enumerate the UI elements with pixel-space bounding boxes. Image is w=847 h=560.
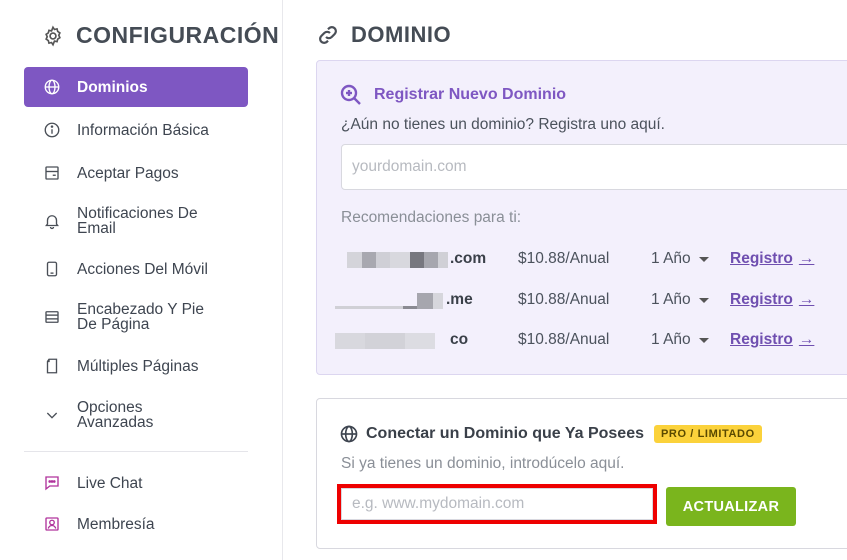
register-link[interactable]: Registro → xyxy=(730,291,814,309)
sidebar: CONFIGURACIÓN Dominios Información Básic… xyxy=(0,0,283,560)
page-title: DOMINIO xyxy=(351,22,452,47)
register-link[interactable]: Registro → xyxy=(730,331,814,349)
blurred-domain-name xyxy=(335,293,443,309)
register-title: Registrar Nuevo Dominio xyxy=(339,83,566,107)
recommendation-tld: .com xyxy=(450,250,487,267)
connect-domain-card: Conectar un Dominio que Ya Posees PRO / … xyxy=(316,398,847,549)
arrow-right-icon: → xyxy=(798,331,815,348)
sidebar-item-opciones-avanzadas[interactable]: Opciones Avanzadas xyxy=(24,399,248,431)
sidebar-item-dominios[interactable]: Dominios xyxy=(24,67,248,107)
sidebar-title: CONFIGURACIÓN xyxy=(76,22,280,48)
blurred-domain-name xyxy=(335,333,435,349)
pages-icon xyxy=(42,356,62,376)
blurred-domain-name xyxy=(347,252,448,268)
caret-down-icon xyxy=(698,256,709,262)
recommendation-tld: co xyxy=(450,331,469,348)
recommendation-price: $10.88/Anual xyxy=(518,331,610,348)
link-icon xyxy=(319,26,337,44)
register-link[interactable]: Registro → xyxy=(730,250,814,268)
arrow-right-icon: → xyxy=(798,250,815,267)
connect-title: Conectar un Dominio que Ya Posees PRO / … xyxy=(339,424,762,444)
bell-icon xyxy=(42,211,62,231)
recommendations-title: Recomendaciones para ti: xyxy=(341,209,522,226)
sidebar-item-label: Información Básica xyxy=(77,121,209,139)
sidebar-item-label: Membresía xyxy=(77,515,155,533)
caret-down-icon xyxy=(698,297,709,303)
globe-icon xyxy=(340,425,358,443)
term-select-value: 1 Año xyxy=(651,331,691,348)
update-button[interactable]: ACTUALIZAR xyxy=(666,487,796,526)
term-select[interactable]: 1 Año xyxy=(651,291,709,309)
register-link-text: Registro xyxy=(730,291,793,308)
mobile-icon xyxy=(42,259,62,279)
chat-icon xyxy=(42,473,62,493)
term-select[interactable]: 1 Año xyxy=(651,331,709,349)
recommendation-row: .com $10.88/Anual 1 Año Registro → xyxy=(335,247,835,271)
sidebar-item-label: Aceptar Pagos xyxy=(77,164,179,182)
recommendation-price: $10.88/Anual xyxy=(518,291,610,308)
term-select-value: 1 Año xyxy=(651,291,691,308)
sidebar-item-multiples-paginas[interactable]: Múltiples Páginas xyxy=(24,356,248,376)
sidebar-item-label: Opciones Avanzadas xyxy=(77,399,154,431)
register-title-text: Registrar Nuevo Dominio xyxy=(374,86,567,103)
sidebar-divider xyxy=(24,451,248,452)
info-icon xyxy=(42,120,62,140)
sidebar-item-encabezado-pie[interactable]: Encabezado Y Pie De Página xyxy=(24,301,248,333)
sidebar-item-notificaciones[interactable]: Notificaciones De Email xyxy=(24,205,248,237)
page-header: DOMINIO xyxy=(316,22,451,48)
search-plus-icon xyxy=(340,84,361,105)
chevron-down-icon xyxy=(42,405,62,425)
sidebar-item-membresia[interactable]: Membresía xyxy=(24,514,248,534)
connect-input-highlight xyxy=(337,484,657,524)
term-select[interactable]: 1 Año xyxy=(651,250,709,268)
sidebar-item-label: Live Chat xyxy=(77,474,143,492)
gear-icon xyxy=(45,25,61,46)
sidebar-header: CONFIGURACIÓN xyxy=(42,22,279,49)
sidebar-item-label: Múltiples Páginas xyxy=(77,357,199,375)
register-link-text: Registro xyxy=(730,331,793,348)
connect-subtitle: Si ya tienes un dominio, introdúcelo aqu… xyxy=(341,455,625,472)
register-domain-card: Registrar Nuevo Dominio ¿Aún no tienes u… xyxy=(316,60,847,375)
sidebar-item-live-chat[interactable]: Live Chat xyxy=(24,473,248,493)
recommendation-row: .me $10.88/Anual 1 Año Registro → xyxy=(335,288,835,312)
sidebar-item-aceptar-pagos[interactable]: Aceptar Pagos xyxy=(24,163,248,183)
recommendation-row: co $10.88/Anual 1 Año Registro → xyxy=(335,328,835,352)
member-icon xyxy=(42,514,62,534)
connect-title-text: Conectar un Dominio que Ya Posees xyxy=(366,425,644,442)
credit-card-icon xyxy=(42,163,62,183)
pro-limited-badge: PRO / LIMITADO xyxy=(654,425,762,443)
connect-domain-input[interactable] xyxy=(341,488,653,520)
sidebar-item-acciones-movil[interactable]: Acciones Del Móvil xyxy=(24,259,248,279)
layout-icon xyxy=(42,307,62,327)
recommendation-tld: .me xyxy=(446,291,473,308)
sidebar-item-label: Acciones Del Móvil xyxy=(77,260,208,278)
recommendation-price: $10.88/Anual xyxy=(518,250,610,267)
register-subtitle: ¿Aún no tienes un dominio? Registra uno … xyxy=(341,116,665,133)
caret-down-icon xyxy=(698,337,709,343)
register-link-text: Registro xyxy=(730,250,793,267)
register-domain-input[interactable] xyxy=(341,144,847,190)
sidebar-item-informacion-basica[interactable]: Información Básica xyxy=(24,120,248,140)
term-select-value: 1 Año xyxy=(651,250,691,267)
globe-icon xyxy=(42,77,62,97)
sidebar-item-label: Encabezado Y Pie De Página xyxy=(77,301,204,333)
sidebar-item-label: Dominios xyxy=(77,78,148,96)
arrow-right-icon: → xyxy=(798,291,815,308)
sidebar-item-label: Notificaciones De Email xyxy=(77,205,198,237)
